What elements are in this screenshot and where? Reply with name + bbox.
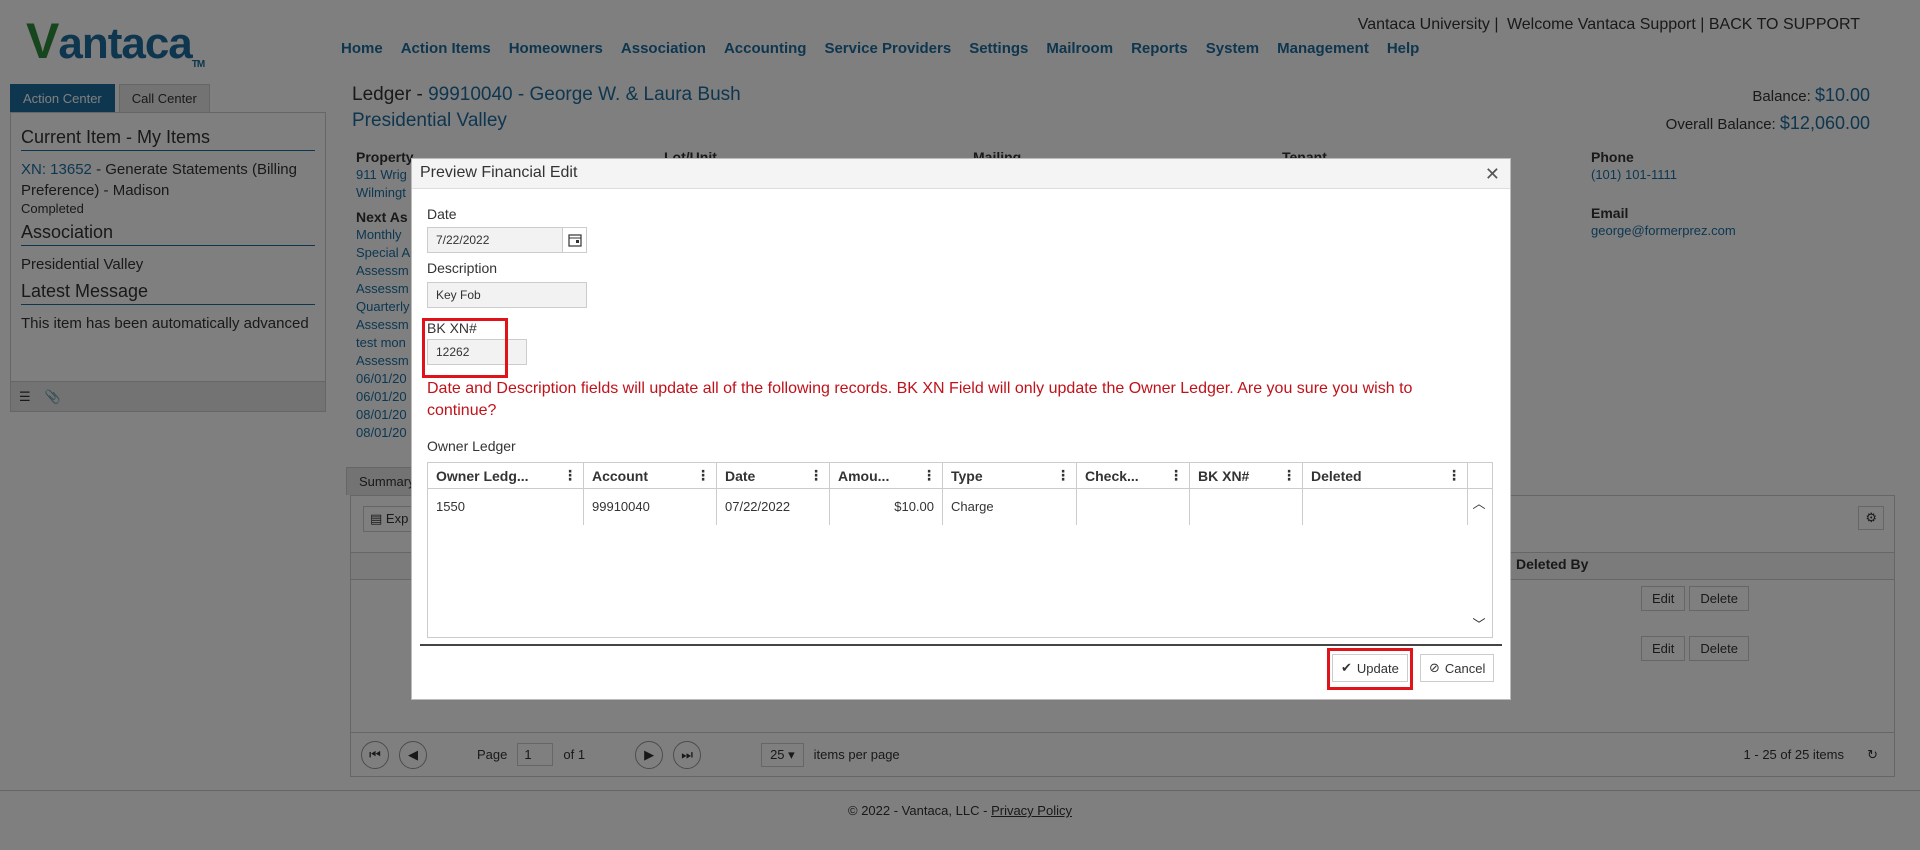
col-check[interactable]: Check... ⋮	[1077, 463, 1190, 488]
close-icon[interactable]: ✕	[1485, 164, 1500, 185]
scroll-up-icon[interactable]: ︿	[1472, 493, 1485, 512]
dialog-divider	[420, 644, 1502, 646]
cell-amount: $10.00	[830, 489, 943, 525]
description-field[interactable]: Key Fob	[427, 282, 587, 308]
col-type[interactable]: Type ⋮	[943, 463, 1077, 488]
description-label: Description	[427, 260, 498, 276]
col-amount[interactable]: Amou... ⋮	[830, 463, 943, 488]
grid-scrollbar[interactable]: ︿ ﹀	[1466, 489, 1492, 637]
table-row[interactable]: 1550 99910040 07/22/2022 $10.00 Charge	[428, 489, 1492, 525]
cell-date: 07/22/2022	[717, 489, 830, 525]
cell-deleted	[1303, 489, 1468, 525]
owner-ledger-grid: Owner Ledg... ⋮ Account ⋮ Date ⋮ Amou... ⋮ T…	[427, 462, 1493, 638]
col-date[interactable]: Date ⋮	[717, 463, 830, 488]
col-deleted[interactable]: Deleted ⋮	[1303, 463, 1468, 488]
cell-check	[1077, 489, 1190, 525]
cell-type: Charge	[943, 489, 1077, 525]
calendar-icon[interactable]	[562, 228, 586, 252]
col-owner-ledger[interactable]: Owner Ledg... ⋮	[428, 463, 584, 488]
cell-owner-ledger: 1550	[428, 489, 584, 525]
bk-xn-highlight	[422, 318, 508, 378]
cancel-button[interactable]: ⊘ Cancel	[1420, 654, 1495, 682]
warning-message: Date and Description fields will update …	[427, 380, 1413, 419]
cancel-icon: ⊘	[1429, 660, 1440, 675]
owner-ledger-label: Owner Ledger	[427, 438, 516, 454]
col-bk-xn[interactable]: BK XN# ⋮	[1190, 463, 1303, 488]
update-highlight	[1327, 648, 1413, 690]
date-field[interactable]: 7/22/2022	[427, 227, 587, 253]
preview-financial-edit-dialog: Preview Financial Edit ✕ Date 7/22/2022 …	[411, 158, 1511, 700]
col-account[interactable]: Account ⋮	[584, 463, 717, 488]
date-label: Date	[427, 206, 457, 222]
scroll-down-icon[interactable]: ﹀	[1472, 614, 1485, 633]
dialog-title: Preview Financial Edit	[412, 159, 1510, 189]
cell-bk-xn	[1190, 489, 1303, 525]
cell-account: 99910040	[584, 489, 717, 525]
